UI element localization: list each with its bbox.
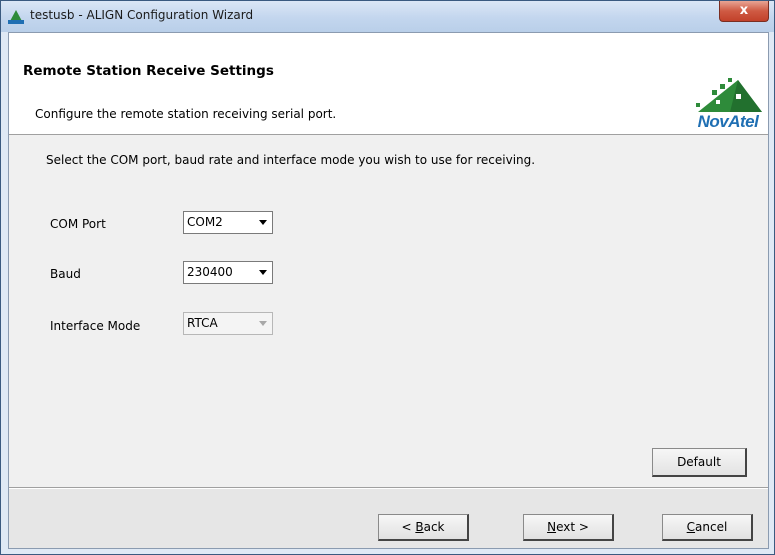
next-label: ext > xyxy=(556,520,589,534)
page-title: Remote Station Receive Settings xyxy=(23,63,274,79)
baud-label: Baud xyxy=(50,267,81,281)
close-icon: x xyxy=(739,3,749,18)
wizard-body: Remote Station Receive Settings Configur… xyxy=(8,32,769,549)
logo-wordmark: NovAtel xyxy=(697,112,759,131)
com-port-label: COM Port xyxy=(50,217,106,231)
title-bar[interactable]: testusb - ALIGN Configuration Wizard x xyxy=(1,1,774,32)
next-button[interactable]: Next > xyxy=(523,514,614,541)
interface-mode-select: RTCA xyxy=(183,312,273,335)
default-button[interactable]: Default xyxy=(652,448,747,477)
back-button[interactable]: < Back xyxy=(378,514,469,541)
com-port-select[interactable]: COM2 xyxy=(183,211,273,234)
window-title: testusb - ALIGN Configuration Wizard xyxy=(30,8,254,22)
chevron-down-icon[interactable] xyxy=(259,220,267,225)
wizard-footer: < Back Next > Cancel xyxy=(9,489,768,548)
wizard-window: testusb - ALIGN Configuration Wizard x R… xyxy=(0,0,775,555)
next-accelerator: N xyxy=(547,520,557,534)
back-label: ack xyxy=(423,520,445,534)
interface-mode-label: Interface Mode xyxy=(50,319,141,333)
interface-mode-value: RTCA xyxy=(187,316,218,330)
cancel-button[interactable]: Cancel xyxy=(662,514,753,541)
cancel-label: ancel xyxy=(695,520,728,534)
chevron-down-icon xyxy=(259,321,267,326)
page-subtitle: Configure the remote station receiving s… xyxy=(35,107,337,121)
wizard-header: Remote Station Receive Settings Configur… xyxy=(9,33,768,135)
instruction-text: Select the COM port, baud rate and inter… xyxy=(46,153,536,167)
baud-value: 230400 xyxy=(187,265,233,279)
app-icon xyxy=(8,10,24,24)
novatel-logo: NovAtel xyxy=(690,76,766,132)
cancel-accelerator: C xyxy=(686,520,696,534)
com-port-value: COM2 xyxy=(187,215,223,229)
back-accelerator: B xyxy=(415,520,424,534)
close-button[interactable]: x xyxy=(719,1,769,22)
chevron-down-icon[interactable] xyxy=(259,270,267,275)
baud-select[interactable]: 230400 xyxy=(183,261,273,284)
back-prefix: < xyxy=(401,520,416,534)
logo-pyramid-icon xyxy=(696,78,762,112)
